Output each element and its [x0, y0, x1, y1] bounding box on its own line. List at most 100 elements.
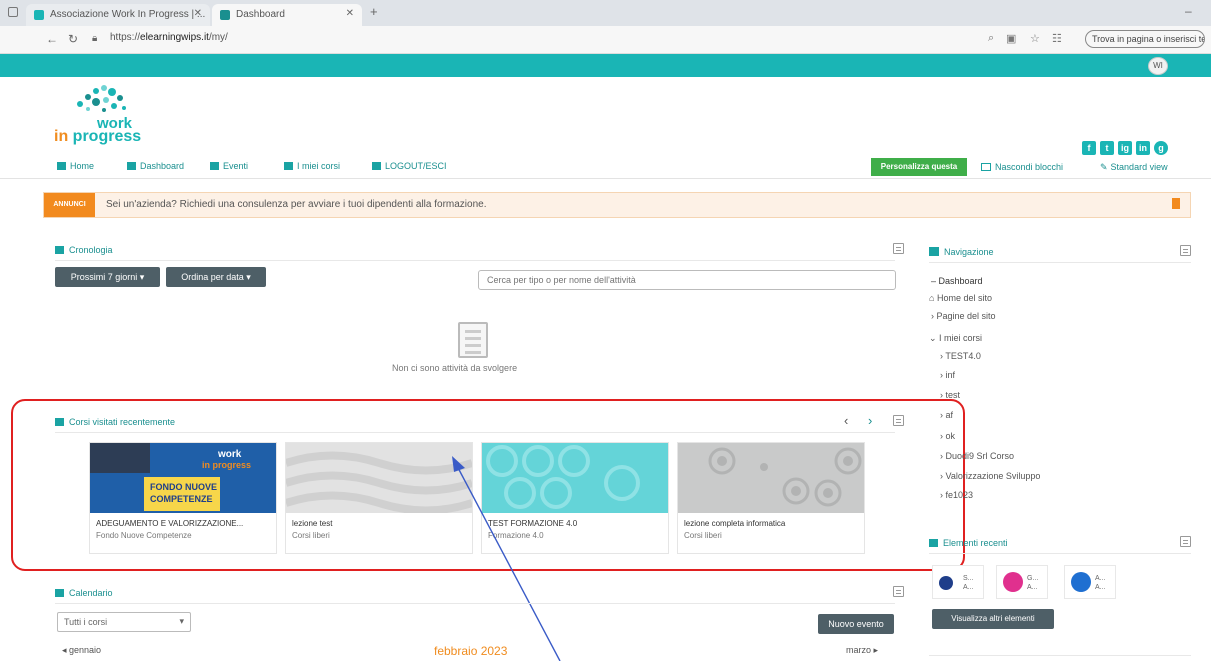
- block-actions-icon[interactable]: [893, 586, 904, 597]
- recent-item-icon: [1071, 572, 1091, 592]
- nav-tree-label: I miei corsi: [939, 333, 983, 343]
- nav-tree-course[interactable]: › af: [940, 410, 953, 420]
- minimize-window-icon[interactable]: –: [1185, 4, 1192, 18]
- nav-tree-label: test: [945, 390, 961, 400]
- recent-item[interactable]: G... A...: [996, 565, 1048, 599]
- prev-month-link[interactable]: ◂ gennaio: [62, 645, 101, 656]
- calendar-course-select[interactable]: Tutti i corsi: [57, 612, 191, 632]
- facebook-icon[interactable]: f: [1082, 141, 1096, 155]
- address-bar: ← ↻ 🔒︎ https://elearningwips.it/my/ ⌕ ▣ …: [0, 26, 1211, 54]
- nav-tree-dashboard[interactable]: – Dashboard: [931, 276, 983, 286]
- block-actions-icon[interactable]: [1180, 536, 1191, 547]
- close-tab-icon[interactable]: ✕: [346, 8, 354, 19]
- show-more-items-button[interactable]: Visualizza altri elementi: [932, 609, 1054, 629]
- pause-announcement-icon[interactable]: [1172, 198, 1180, 209]
- user-avatar[interactable]: WI: [1148, 57, 1168, 75]
- dashboard-icon: [127, 162, 136, 170]
- nav-tree-label: Pagine del sito: [936, 311, 996, 321]
- nav-tree-course[interactable]: › test: [940, 390, 960, 400]
- read-aloud-icon[interactable]: ▣: [1006, 32, 1016, 45]
- lock-icon: 🔒︎: [92, 33, 98, 44]
- nav-tree-course[interactable]: › fe1023: [940, 490, 973, 500]
- tab-label: Associazione Work In Progress | ...: [50, 9, 206, 20]
- recent-item-line: A...: [1095, 575, 1106, 582]
- recent-item-line: A...: [963, 584, 974, 591]
- no-activities-text: Non ci sono attività da svolgere: [392, 363, 518, 373]
- logo-text-progress: in progress: [54, 128, 141, 146]
- new-event-button[interactable]: Nuovo evento: [818, 614, 894, 634]
- home-icon: [57, 162, 66, 170]
- url-prefix: https://: [110, 32, 141, 43]
- favorite-star-icon[interactable]: ☆: [1030, 32, 1040, 45]
- logo-text-in: in: [54, 128, 69, 145]
- hide-blocks-link[interactable]: Nascondi blocchi: [981, 162, 1063, 172]
- calendar-block-icon: [55, 589, 64, 597]
- timeline-title-text: Cronologia: [69, 245, 113, 255]
- timeline-title: Cronologia: [55, 245, 113, 255]
- standard-view-label: Standard view: [1110, 162, 1168, 172]
- logout-icon: [372, 162, 381, 170]
- linkedin-icon[interactable]: in: [1136, 141, 1150, 155]
- instagram-icon[interactable]: ig: [1118, 141, 1132, 155]
- nav-label: I miei corsi: [297, 161, 341, 171]
- nav-tree-home[interactable]: ⌂ Home del sito: [929, 293, 992, 303]
- next-month-label: marzo: [846, 645, 872, 655]
- filter-days-dropdown[interactable]: Prossimi 7 giorni ▾: [55, 267, 160, 287]
- new-tab-icon[interactable]: +: [370, 4, 378, 19]
- url-domain: elearningwips.it: [140, 32, 209, 43]
- find-in-page-field[interactable]: Trova in pagina o inserisci testo: [1085, 30, 1205, 48]
- site-favicon-icon: [34, 10, 44, 20]
- standard-view-link[interactable]: ✎ Standard view: [1100, 162, 1168, 173]
- nav-tree-label: af: [945, 410, 954, 420]
- top-bar: [0, 54, 1211, 77]
- nav-label: Home: [70, 161, 95, 171]
- dashboard-favicon-icon: [220, 10, 230, 20]
- nav-tree-course[interactable]: › ok: [940, 431, 955, 441]
- recent-item[interactable]: S... A...: [932, 565, 984, 599]
- navigation-title: Navigazione: [929, 247, 994, 257]
- hide-blocks-label: Nascondi blocchi: [995, 162, 1064, 172]
- window-menu-icon[interactable]: [8, 7, 18, 17]
- nav-tree-course[interactable]: › inf: [940, 370, 955, 380]
- nav-tree-site-pages[interactable]: › Pagine del sito: [931, 311, 996, 321]
- nav-dashboard[interactable]: Dashboard: [127, 161, 184, 171]
- browser-tab-association[interactable]: Associazione Work In Progress | ... ✕: [26, 4, 210, 26]
- nav-my-courses[interactable]: I miei corsi: [284, 161, 340, 171]
- sort-dropdown[interactable]: Ordina per data ▾: [166, 267, 266, 287]
- recent-items-title-text: Elementi recenti: [943, 538, 1008, 548]
- next-month-link[interactable]: marzo ▸: [846, 645, 878, 656]
- recent-item-icon: [1003, 572, 1023, 592]
- sitemap-icon: [929, 247, 939, 256]
- prev-month-label: gennaio: [69, 645, 102, 655]
- timeline-icon: [55, 246, 64, 254]
- zoom-icon[interactable]: ⌕: [988, 32, 994, 45]
- nav-tree-label: Duodi9 Srl Corso: [945, 451, 1015, 461]
- nav-events[interactable]: Eventi: [210, 161, 248, 171]
- activity-search-input[interactable]: [478, 270, 896, 290]
- block-actions-icon[interactable]: [893, 243, 904, 254]
- nav-logout[interactable]: LOGOUT/ESCI: [372, 161, 447, 171]
- nav-home[interactable]: Home: [57, 161, 94, 171]
- nav-tree-course[interactable]: › TEST4.0: [940, 351, 981, 361]
- filter-days-label: Prossimi 7 giorni: [70, 272, 138, 282]
- logo-text-progress-word: progress: [72, 128, 142, 145]
- back-icon[interactable]: ←: [46, 32, 58, 46]
- personalize-page-button[interactable]: Personalizza questa pagina: [871, 158, 967, 189]
- block-actions-icon[interactable]: [1180, 245, 1191, 256]
- collections-icon[interactable]: ☷: [1052, 32, 1062, 45]
- twitter-icon[interactable]: t: [1100, 141, 1114, 155]
- divider: [929, 262, 1191, 263]
- recent-item[interactable]: A... A...: [1064, 565, 1116, 599]
- url-field[interactable]: https://elearningwips.it/my/: [110, 32, 228, 43]
- nav-tree-course[interactable]: › Duodi9 Srl Corso: [940, 451, 1014, 461]
- refresh-icon[interactable]: ↻: [68, 32, 78, 46]
- nav-tree-my-courses[interactable]: ⌄ I miei corsi: [929, 333, 982, 344]
- recent-items-title: Elementi recenti: [929, 538, 1008, 548]
- nav-tree-course[interactable]: › Valorizzazione Sviluppo: [940, 471, 1040, 481]
- globe-icon[interactable]: g: [1154, 141, 1168, 155]
- caret-down-icon: ▾: [139, 272, 145, 282]
- nav-tree-label: Dashboard: [938, 276, 983, 286]
- announcement-text[interactable]: Sei un'azienda? Richiedi una consulenza …: [106, 199, 486, 210]
- browser-tab-dashboard[interactable]: Dashboard ✕: [212, 4, 362, 26]
- close-tab-icon[interactable]: ✕: [194, 8, 202, 19]
